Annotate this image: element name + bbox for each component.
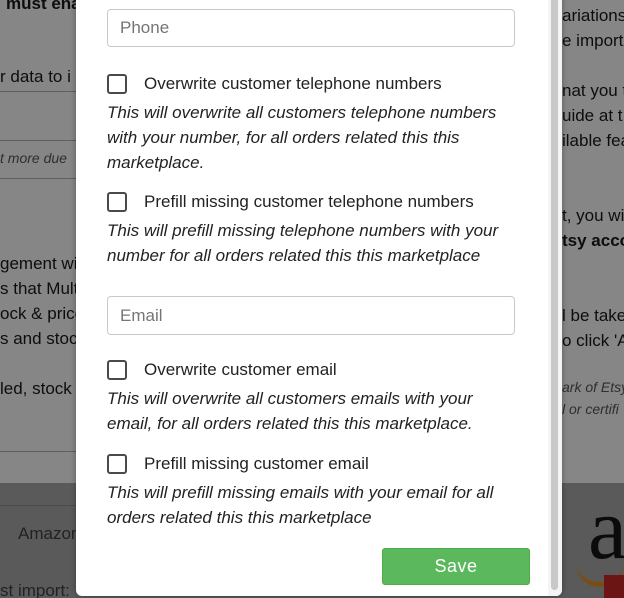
bg-divider: [0, 140, 76, 141]
overwrite-phone-help: This will overwrite all customers teleph…: [107, 103, 497, 172]
bg-text: s that Mult: [0, 279, 79, 298]
prefill-phone-label: Prefill missing customer telephone numbe…: [144, 192, 474, 211]
overwrite-email-option[interactable]: Overwrite customer email: [107, 360, 337, 380]
bg-text: ilable fea: [562, 131, 624, 150]
amazon-logo-icon: a: [588, 481, 624, 578]
prefill-email-option[interactable]: Prefill missing customer email: [107, 454, 369, 474]
bg-text: l or certifi: [562, 401, 619, 417]
prefill-phone-option[interactable]: Prefill missing customer telephone numbe…: [107, 192, 474, 212]
prefill-phone-help: This will prefill missing telephone numb…: [107, 221, 499, 265]
amazon-logo-accent: [604, 575, 624, 598]
bg-text: r data to i: [0, 67, 71, 86]
phone-input[interactable]: [107, 9, 515, 47]
prefill-email-label: Prefill missing customer email: [144, 454, 369, 473]
bg-text: t, you wi: [562, 206, 624, 225]
bg-divider: [0, 178, 76, 179]
bg-text: ark of Etsy: [562, 379, 624, 395]
bg-text: must ena: [6, 0, 81, 13]
overwrite-email-label: Overwrite customer email: [144, 360, 337, 379]
bg-text: nat you t: [562, 81, 624, 100]
bg-text: st import:: [0, 581, 70, 598]
bg-text: o click 'A: [562, 331, 624, 350]
save-button[interactable]: Save: [382, 548, 530, 585]
overwrite-phone-option[interactable]: Overwrite customer telephone numbers: [107, 74, 442, 94]
bg-text: gement wil: [0, 254, 82, 273]
overwrite-phone-checkbox[interactable]: [107, 74, 127, 94]
prefill-phone-checkbox[interactable]: [107, 192, 127, 212]
bg-text: tsy acco: [562, 231, 624, 250]
bg-text: uide at t: [562, 106, 623, 125]
bg-divider: [0, 505, 76, 506]
bg-text: t more due: [0, 150, 67, 166]
settings-modal: Overwrite customer telephone numbers Thi…: [76, 0, 562, 596]
prefill-email-checkbox[interactable]: [107, 454, 127, 474]
email-input[interactable]: [107, 296, 515, 335]
bg-text: l be take: [562, 306, 624, 325]
bg-text: led, stock: [0, 379, 72, 398]
bg-divider: [0, 91, 76, 92]
overwrite-email-help: This will overwrite all customers emails…: [107, 389, 473, 433]
bg-text: s and stoc: [0, 329, 78, 348]
bg-text: ariations: [562, 6, 624, 25]
bg-divider: [0, 451, 76, 452]
bg-text: Amazon: [18, 524, 81, 543]
prefill-email-help: This will prefill missing emails with yo…: [107, 483, 494, 527]
modal-scrollbar[interactable]: [548, 0, 562, 596]
overwrite-phone-label: Overwrite customer telephone numbers: [144, 74, 442, 93]
scrollbar-thumb[interactable]: [551, 0, 558, 590]
bg-text: e importe: [562, 31, 624, 50]
overwrite-email-checkbox[interactable]: [107, 360, 127, 380]
bg-text: ock & price: [0, 304, 85, 323]
